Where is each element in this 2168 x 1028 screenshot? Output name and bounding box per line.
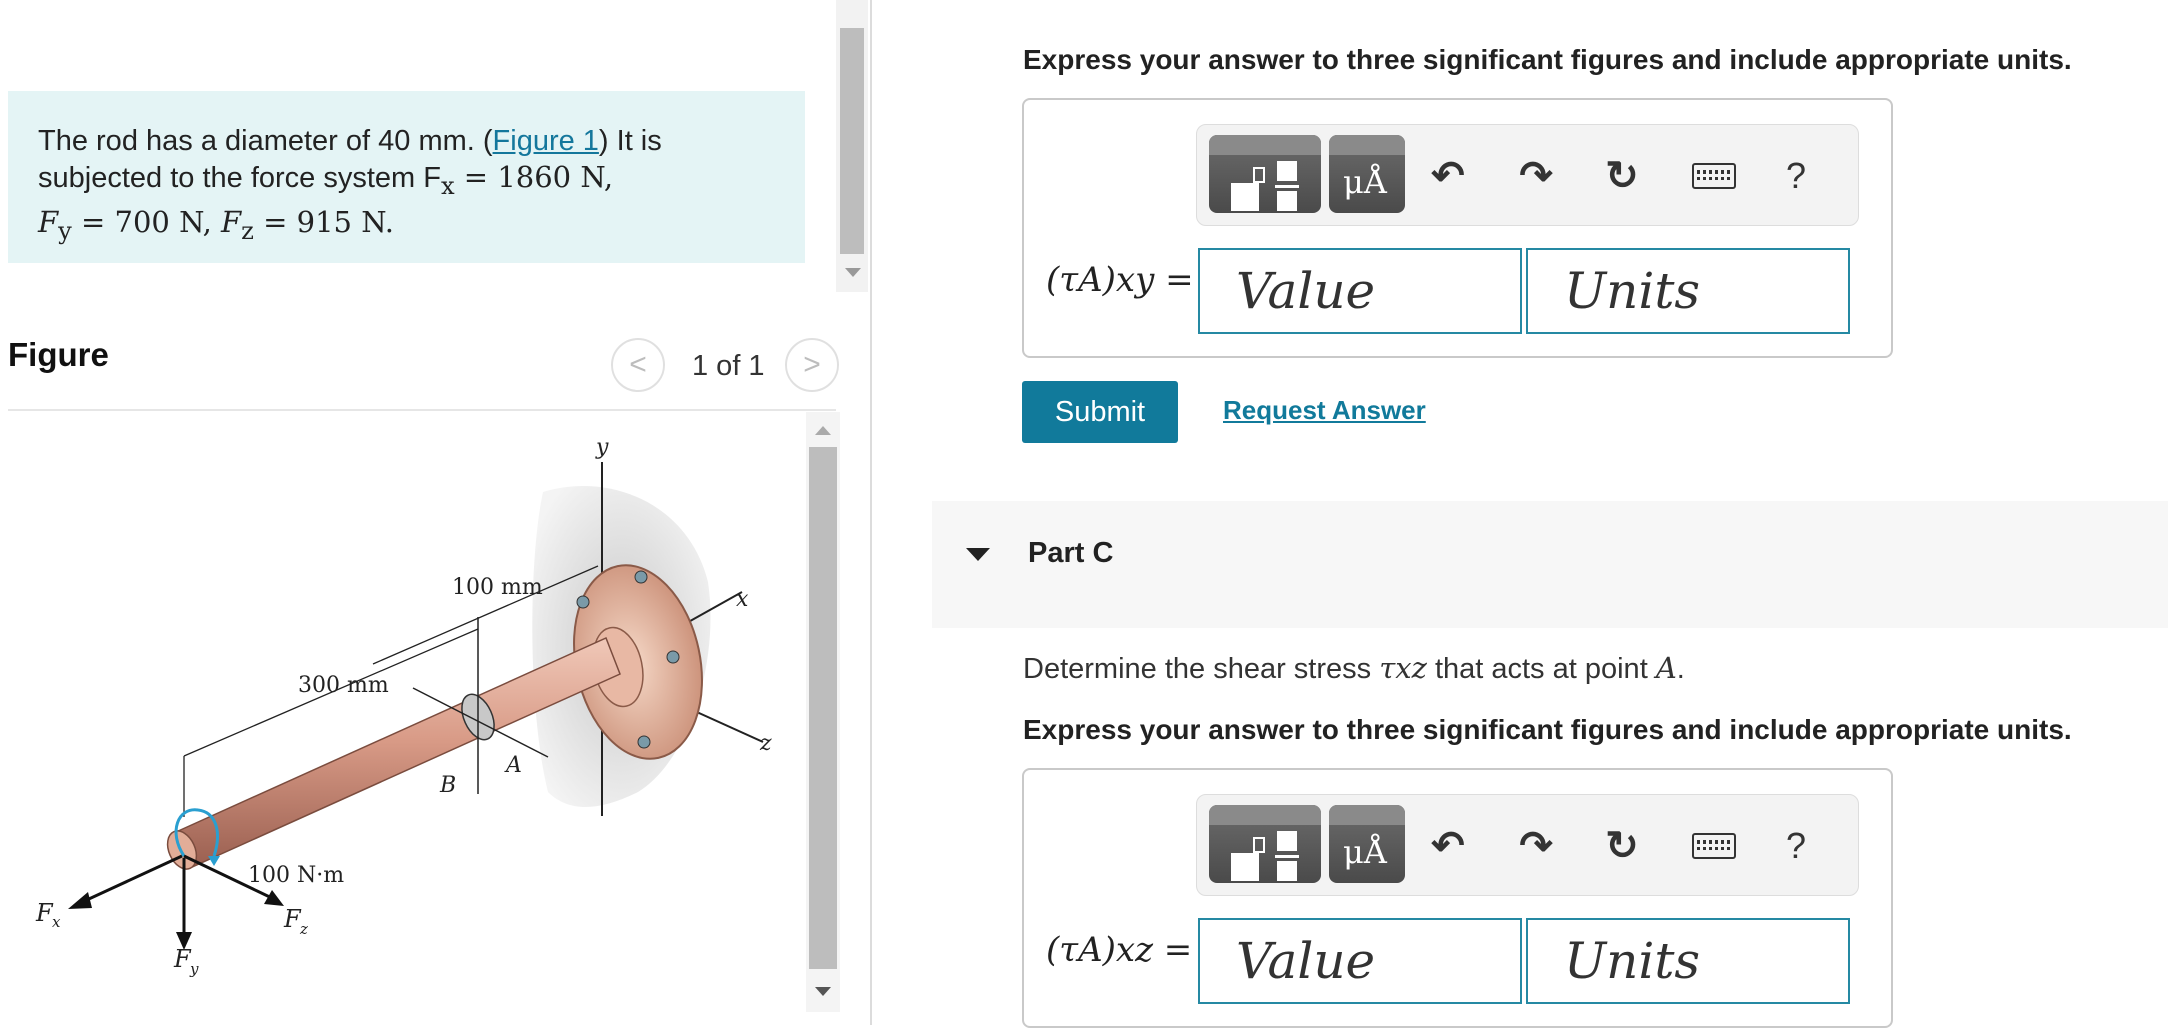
- chevron-left-icon: <: [629, 348, 647, 381]
- figure-heading: Figure: [8, 336, 109, 373]
- torque-arrowhead: [208, 856, 220, 866]
- part-c-answer-box: μÅ ↶ ↷ ↻ ? (τA)xz =: [1022, 768, 1893, 1028]
- point-a-label: A: [504, 753, 522, 778]
- fx-value: = 1860 N,: [454, 160, 614, 194]
- dimension-300-label: 300 mm: [298, 673, 389, 698]
- previous-figure-button[interactable]: <: [611, 338, 665, 392]
- force-fx-arrow: [77, 854, 183, 906]
- part-c-header[interactable]: Part C: [932, 501, 2168, 628]
- fy-value: = 700 N,: [71, 204, 222, 239]
- part-c-instruction: Express your answer to three significant…: [1023, 714, 2072, 745]
- units-glyph: μÅ: [1343, 163, 1387, 201]
- problem-text: The rod has a diameter of 40 mm. (: [38, 125, 493, 157]
- fx-sub-label: x: [52, 913, 61, 931]
- y-axis-label: y: [595, 435, 609, 460]
- part-c-question: Determine the shear stress τxz that acts…: [1023, 651, 1685, 686]
- problem-statement: The rod has a diameter of 40 mm. (Figure…: [8, 91, 805, 263]
- question-point: A: [1655, 651, 1677, 685]
- force-fx-arrowhead: [68, 892, 92, 909]
- fz-value: = 915 N.: [253, 204, 394, 239]
- math-toolbar: μÅ ↶ ↷ ↻ ?: [1196, 794, 1859, 896]
- bolt: [576, 595, 590, 609]
- fy-symbol: F: [38, 204, 59, 239]
- figure-link[interactable]: Figure 1: [493, 125, 599, 157]
- undo-icon[interactable]: ↶: [1425, 821, 1471, 871]
- fy-sub-label: y: [189, 960, 199, 978]
- units-glyph: μÅ: [1343, 833, 1387, 871]
- scroll-down-arrow-icon[interactable]: [815, 987, 831, 996]
- rod-diagram: y x z B A 100 mm 300 mm 100 N·m F x F y …: [35, 435, 772, 978]
- undo-icon[interactable]: ↶: [1425, 151, 1471, 201]
- redo-icon[interactable]: ↷: [1513, 151, 1559, 201]
- part-b-instruction: Express your answer to three significant…: [1023, 44, 2072, 75]
- templates-button[interactable]: [1209, 135, 1321, 213]
- reset-icon[interactable]: ↻: [1599, 151, 1645, 201]
- question-text: that acts at point: [1426, 653, 1656, 685]
- chevron-right-icon: >: [803, 348, 821, 381]
- force-fz-arrowhead: [264, 890, 284, 906]
- x-axis-label: x: [736, 587, 749, 612]
- pane-divider[interactable]: [870, 0, 872, 1025]
- scrollbar-thumb[interactable]: [840, 28, 864, 254]
- divider: [8, 409, 836, 411]
- figure-image: y x z B A 100 mm 300 mm 100 N·m F x F y …: [8, 412, 800, 1025]
- part-b-answer-box: μÅ ↶ ↷ ↻ ? (τA)xy =: [1022, 98, 1893, 358]
- help-icon[interactable]: ?: [1773, 821, 1819, 871]
- fx-subscript: x: [440, 171, 455, 200]
- bolt: [637, 735, 651, 749]
- keyboard-icon[interactable]: [1689, 151, 1739, 201]
- scroll-down-arrow-icon[interactable]: [845, 268, 861, 277]
- fz-subscript: z: [241, 216, 254, 245]
- equation-label: (τA)xz =: [1046, 930, 1193, 970]
- caret-down-icon[interactable]: [966, 548, 990, 561]
- math-toolbar: μÅ ↶ ↷ ↻ ?: [1196, 124, 1859, 226]
- request-answer-link[interactable]: Request Answer: [1223, 395, 1426, 426]
- value-input[interactable]: [1198, 248, 1522, 334]
- scrollbar-thumb[interactable]: [809, 447, 837, 969]
- question-text: .: [1676, 653, 1685, 685]
- next-figure-button[interactable]: >: [785, 338, 839, 392]
- bolt: [666, 650, 680, 664]
- z-axis-label: z: [759, 731, 772, 756]
- scroll-up-arrow-icon[interactable]: [815, 426, 831, 435]
- bolt: [634, 570, 648, 584]
- dimension-100-label: 100 mm: [452, 575, 543, 600]
- fz-sub-label: z: [299, 920, 308, 938]
- point-b-label: B: [439, 773, 456, 798]
- redo-icon[interactable]: ↷: [1513, 821, 1559, 871]
- equation-label: (τA)xy =: [1046, 260, 1194, 300]
- keyboard-icon[interactable]: [1689, 821, 1739, 871]
- left-pane: The rod has a diameter of 40 mm. (Figure…: [0, 0, 872, 1025]
- units-input[interactable]: [1526, 248, 1850, 334]
- figure-scrollbar[interactable]: [806, 412, 840, 1012]
- submit-button[interactable]: Submit: [1022, 381, 1178, 443]
- question-symbol: τxz: [1379, 651, 1427, 685]
- units-button[interactable]: μÅ: [1329, 135, 1405, 213]
- units-button[interactable]: μÅ: [1329, 805, 1405, 883]
- figure-page-count: 1 of 1: [692, 350, 765, 382]
- templates-button[interactable]: [1209, 805, 1321, 883]
- value-input[interactable]: [1198, 918, 1522, 1004]
- fz-symbol: F: [221, 204, 242, 239]
- fy-subscript: y: [58, 216, 72, 245]
- part-c-title: Part C: [1028, 537, 1114, 569]
- problem-scrollbar[interactable]: [836, 0, 868, 292]
- question-text: Determine the shear stress: [1023, 653, 1380, 685]
- help-icon[interactable]: ?: [1773, 151, 1819, 201]
- units-input[interactable]: [1526, 918, 1850, 1004]
- torque-label: 100 N·m: [248, 863, 344, 888]
- reset-icon[interactable]: ↻: [1599, 821, 1645, 871]
